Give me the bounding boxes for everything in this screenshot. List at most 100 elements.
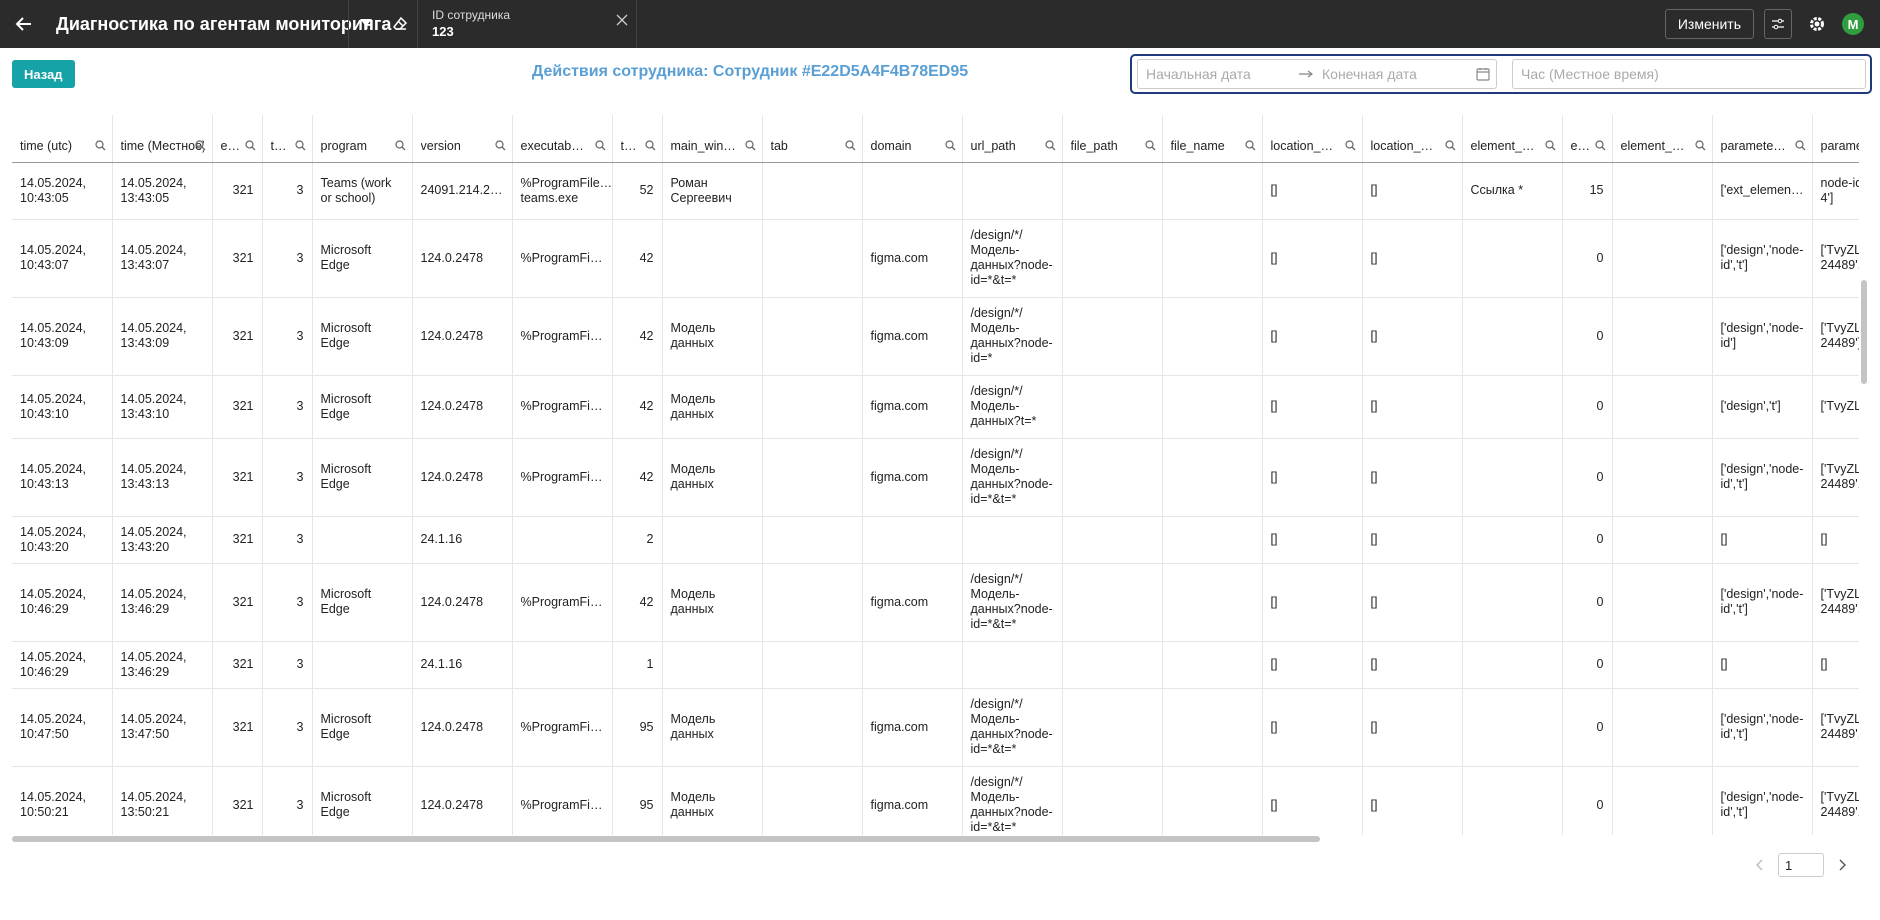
search-icon[interactable]	[1544, 139, 1556, 154]
back-button[interactable]: Назад	[12, 60, 75, 88]
column-header[interactable]: element_…	[1612, 115, 1713, 163]
search-icon[interactable]	[1244, 139, 1256, 154]
table-cell: 1	[612, 641, 663, 689]
table-row[interactable]: 14.05.2024, 10:47:50 14.05.2024, 13:47:50…	[12, 688, 1859, 767]
table-cell: 124.0.2478	[412, 297, 513, 376]
employee-id-filter[interactable]: ID сотрудника 123	[417, 0, 637, 48]
column-header[interactable]: domain	[862, 115, 963, 163]
table-cell	[762, 438, 863, 517]
search-icon[interactable]	[1144, 139, 1156, 154]
table-cell: 14.05.2024, 10:46:29	[12, 641, 113, 689]
table-row[interactable]: 14.05.2024, 10:43:20 14.05.2024, 13:43:20…	[12, 516, 1859, 564]
search-icon[interactable]	[1794, 139, 1806, 154]
search-icon[interactable]	[594, 139, 606, 154]
search-icon[interactable]	[194, 139, 206, 154]
table-cell: 15	[1562, 162, 1613, 220]
search-icon[interactable]	[1594, 139, 1606, 154]
settings-sliders-button[interactable]	[1764, 9, 1792, 39]
table-row[interactable]: 14.05.2024, 10:46:29 14.05.2024, 13:46:29…	[12, 563, 1859, 642]
column-header[interactable]: file_path	[1062, 115, 1163, 163]
table-row[interactable]: 14.05.2024, 10:43:05 14.05.2024, 13:43:05…	[12, 162, 1859, 220]
search-icon[interactable]	[1694, 139, 1706, 154]
search-icon[interactable]	[394, 139, 406, 154]
search-icon[interactable]	[944, 139, 956, 154]
column-header[interactable]: tab	[762, 115, 863, 163]
column-header[interactable]: e…	[212, 115, 263, 163]
next-page-icon[interactable]	[1834, 857, 1850, 873]
table-cell: []	[1262, 375, 1363, 439]
column-header[interactable]: location_…	[1362, 115, 1463, 163]
column-header[interactable]: program	[312, 115, 413, 163]
table-cell: []	[1362, 297, 1463, 376]
table-cell	[1612, 375, 1713, 439]
horizontal-scrollbar[interactable]	[12, 836, 1320, 842]
column-header[interactable]: time (Местное)	[112, 115, 213, 163]
column-header[interactable]: location_…	[1262, 115, 1363, 163]
hour-input[interactable]: Час (Местное время)	[1512, 59, 1866, 89]
search-icon[interactable]	[1344, 139, 1356, 154]
column-header-label: time (utc)	[20, 138, 73, 153]
table-row[interactable]: 14.05.2024, 10:50:21 14.05.2024, 13:50:21…	[12, 766, 1859, 835]
avatar[interactable]: M	[1842, 13, 1864, 35]
calendar-icon[interactable]	[1470, 67, 1496, 81]
table-cell: Модель данных	[662, 438, 763, 517]
search-icon[interactable]	[1444, 139, 1456, 154]
start-date-input[interactable]: Начальная дата	[1138, 66, 1298, 82]
table-cell: []	[1712, 516, 1813, 564]
table-row[interactable]: 14.05.2024, 10:43:09 14.05.2024, 13:43:09…	[12, 297, 1859, 376]
table-cell	[1162, 297, 1263, 376]
table-row[interactable]: 14.05.2024, 10:46:29 14.05.2024, 13:46:29…	[12, 641, 1859, 689]
search-icon[interactable]	[1044, 139, 1056, 154]
back-arrow-icon[interactable]	[0, 0, 48, 48]
prev-page-icon[interactable]	[1752, 857, 1768, 873]
table-cell: 14.05.2024, 13:50:21	[112, 766, 213, 835]
table-cell	[1462, 688, 1563, 767]
table-cell: Microsoft Edge	[312, 375, 413, 439]
column-header[interactable]: file_name	[1162, 115, 1263, 163]
column-header[interactable]: t…	[262, 115, 313, 163]
edit-button[interactable]: Изменить	[1664, 9, 1754, 39]
column-header[interactable]: main_win…	[662, 115, 763, 163]
search-icon[interactable]	[744, 139, 756, 154]
date-range-picker[interactable]: Начальная дата Конечная дата	[1137, 59, 1497, 89]
end-date-input[interactable]: Конечная дата	[1322, 66, 1470, 82]
table-row[interactable]: 14.05.2024, 10:43:13 14.05.2024, 13:43:13…	[12, 438, 1859, 517]
column-header[interactable]: version	[412, 115, 513, 163]
table-cell: 14.05.2024, 13:43:13	[112, 438, 213, 517]
table-cell: 3	[262, 641, 313, 689]
table-row[interactable]: 14.05.2024, 10:43:07 14.05.2024, 13:43:07…	[12, 219, 1859, 298]
column-header[interactable]: paramete…	[1712, 115, 1813, 163]
search-icon[interactable]	[294, 139, 306, 154]
close-icon[interactable]	[616, 14, 628, 29]
column-header[interactable]: executab…	[512, 115, 613, 163]
table-cell	[1162, 641, 1263, 689]
search-icon[interactable]	[844, 139, 856, 154]
column-header[interactable]: url_path	[962, 115, 1063, 163]
vertical-scrollbar[interactable]	[1861, 280, 1867, 384]
table-row[interactable]: 14.05.2024, 10:43:10 14.05.2024, 13:43:10…	[12, 375, 1859, 439]
gear-icon[interactable]	[1802, 0, 1832, 48]
table-cell	[1162, 766, 1263, 835]
table-cell: []	[1362, 375, 1463, 439]
search-icon[interactable]	[94, 139, 106, 154]
page-number-input[interactable]: 1	[1778, 853, 1824, 877]
filter-icon[interactable]	[349, 0, 383, 48]
search-icon[interactable]	[494, 139, 506, 154]
table-cell: 321	[212, 297, 263, 376]
column-header[interactable]: t…	[612, 115, 663, 163]
column-header[interactable]: element_…	[1462, 115, 1563, 163]
column-header[interactable]: parame…	[1812, 115, 1859, 163]
table-cell	[512, 641, 613, 689]
search-icon[interactable]	[644, 139, 656, 154]
table-cell	[662, 516, 763, 564]
table-cell	[312, 516, 413, 564]
eraser-icon[interactable]	[383, 0, 417, 48]
pagination: 1	[1752, 853, 1850, 877]
column-header[interactable]: e…	[1562, 115, 1613, 163]
column-header[interactable]: time (utc)	[12, 115, 113, 163]
table-cell: 14.05.2024, 10:46:29	[12, 563, 113, 642]
filter-value: 123	[432, 24, 454, 39]
search-icon[interactable]	[244, 139, 256, 154]
table-cell	[762, 375, 863, 439]
table-cell	[1462, 297, 1563, 376]
